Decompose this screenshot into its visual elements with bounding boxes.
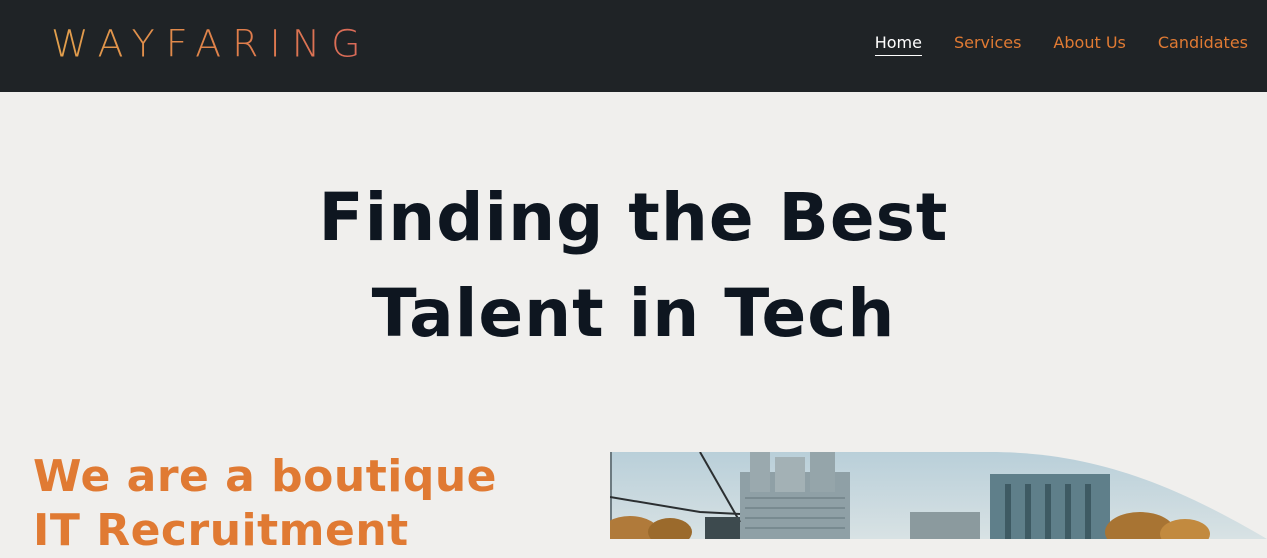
intro-heading: We are a boutique IT Recruitment [33, 450, 593, 558]
city-skyline-photo [610, 452, 1267, 539]
city-skyline-illustration [610, 452, 1267, 539]
main-nav: Home Services About Us Candidates [874, 33, 1248, 56]
hero-title-line-2: Talent in Tech [371, 275, 896, 352]
wayfaring-logo[interactable]: WAYFARING [51, 22, 372, 65]
nav-link-services[interactable]: Services [954, 33, 1021, 56]
nav-link-about-us[interactable]: About Us [1053, 33, 1125, 56]
site-header: WAYFARING Home Services About Us Candida… [0, 0, 1267, 92]
hero-title-line-1: Finding the Best [318, 179, 949, 256]
intro-heading-line-1: We are a boutique [33, 451, 498, 502]
nav-link-home[interactable]: Home [874, 33, 922, 56]
intro-heading-line-2: IT Recruitment [33, 505, 409, 556]
nav-link-candidates[interactable]: Candidates [1158, 33, 1248, 56]
hero-title: Finding the Best Talent in Tech [0, 170, 1267, 362]
